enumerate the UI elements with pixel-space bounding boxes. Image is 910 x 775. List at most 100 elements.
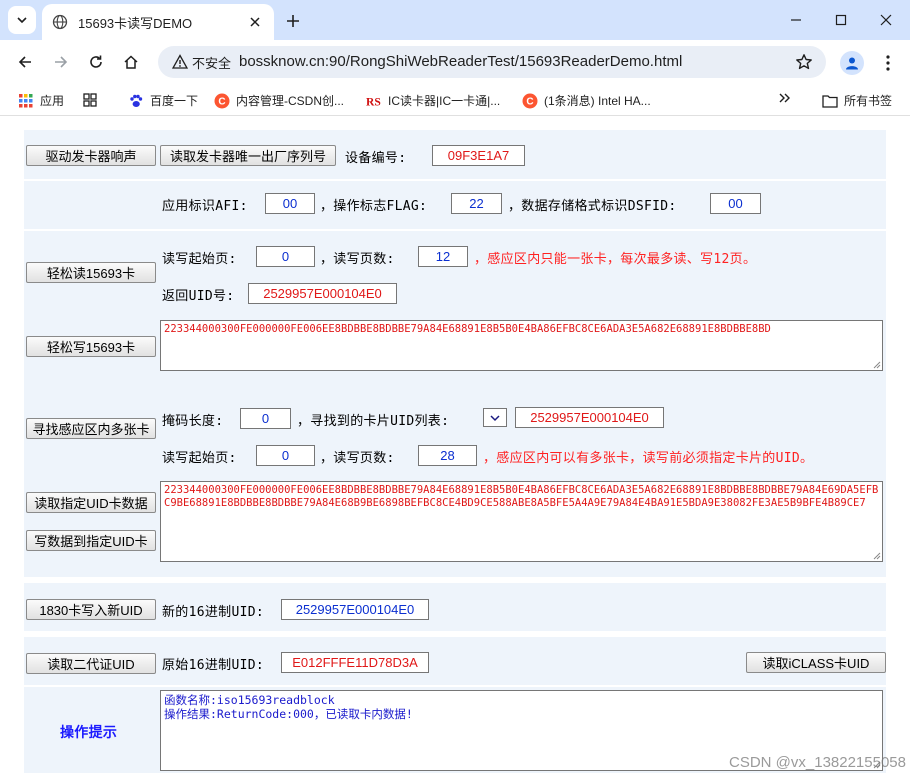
uid-field[interactable]: 2529957E000104E0	[248, 283, 397, 304]
bookmark-grid[interactable]	[82, 92, 104, 108]
chevron-right-double-icon[interactable]	[778, 91, 792, 105]
mask-length-field[interactable]: 0	[240, 408, 291, 429]
bookmark-label: 应用	[40, 94, 65, 108]
svg-text:C: C	[218, 96, 225, 107]
url-text[interactable]: bossknow.cn:90/RongShiWebReaderTest/1569…	[239, 53, 682, 70]
baidu-paw-icon	[128, 93, 144, 109]
chevron-down-icon	[17, 17, 27, 24]
bookmark-csdn-2[interactable]: C (1条消息) Intel HA...	[522, 92, 651, 109]
easy-read-button[interactable]: 轻松读15693卡	[26, 262, 156, 283]
multi-page-count-field[interactable]: 28	[418, 445, 477, 466]
resize-grip-icon[interactable]	[873, 361, 881, 369]
mask-length-label: 掩码长度:	[162, 414, 224, 429]
dsfid-label: ，数据存储格式标识DSFID:	[508, 199, 677, 214]
beep-button[interactable]: 驱动发卡器响声	[26, 145, 156, 166]
minimize-icon[interactable]	[782, 8, 810, 32]
tab-title: 15693卡读写DEMO	[78, 15, 193, 31]
read-iclass-uid-button[interactable]: 读取iCLASS卡UID	[746, 652, 886, 673]
csdn-icon: C	[522, 93, 538, 109]
multi-data-text: 223344000300FE000000FE006EE8BDBBE8BDBBE7…	[164, 484, 879, 509]
afi-label: 应用标识AFI:	[162, 199, 248, 214]
all-bookmarks-label: 所有书签	[844, 94, 893, 108]
raw-uid-label: 原始16进制UID:	[162, 658, 264, 673]
operation-tip-label: 操作提示	[60, 725, 118, 741]
bookmark-star-icon[interactable]	[794, 52, 814, 72]
bookmark-apps[interactable]: 应用	[18, 92, 64, 109]
bookmark-label: (1条消息) Intel HA...	[544, 94, 651, 108]
bookmark-baidu[interactable]: 百度一下	[128, 92, 198, 109]
new-uid-field[interactable]: 2529957E000104E0	[281, 599, 429, 620]
svg-text:RS: RS	[366, 96, 381, 108]
easy-write-button[interactable]: 轻松写15693卡	[26, 336, 156, 357]
find-multi-card-button[interactable]: 寻找感应区内多张卡	[26, 418, 156, 439]
reload-icon[interactable]	[83, 49, 109, 75]
uid-list-dropdown[interactable]	[483, 408, 507, 427]
new-tab-icon[interactable]	[282, 10, 304, 32]
browser-tab-active[interactable]: 15693卡读写DEMO	[42, 4, 274, 40]
start-page-field[interactable]: 0	[256, 246, 315, 267]
read-serial-button[interactable]: 读取发卡器唯一出厂序列号	[160, 145, 336, 166]
folder-icon	[822, 93, 838, 109]
address-bar[interactable]: 不安全 bossknow.cn:90/RongShiWebReaderTest/…	[158, 46, 826, 78]
maximize-icon[interactable]	[827, 8, 855, 32]
svg-text:C: C	[526, 96, 533, 107]
easy-data-textarea[interactable]: 223344000300FE000000FE006EE8BDBBE8BDBBE7…	[160, 320, 883, 371]
multi-note: ，感应区内可以有多张卡，读写前必须指定卡片的UID。	[483, 451, 814, 466]
start-page-label: 读写起始页:	[162, 252, 237, 267]
page-count-label: ，读写页数:	[320, 252, 395, 267]
forward-arrow-icon[interactable]	[48, 49, 74, 75]
chevron-down-icon	[490, 414, 500, 421]
bookmarks-bar: 应用 百度一下 C 内容管理-CSDN创... RS IC读卡器|IC一卡通|.…	[0, 84, 910, 116]
page-content: 驱动发卡器响声 读取发卡器唯一出厂序列号 设备编号: 09F3E1A7 应用标识…	[0, 117, 910, 775]
globe-icon	[52, 14, 68, 30]
dsfid-field[interactable]: 00	[710, 193, 761, 214]
back-arrow-icon[interactable]	[12, 49, 38, 75]
more-menu-icon[interactable]	[878, 51, 898, 75]
multi-page-count-label: ，读写页数:	[320, 451, 395, 466]
profile-avatar-icon[interactable]	[840, 51, 864, 75]
flag-label: ，操作标志FLAG:	[320, 199, 428, 214]
close-window-icon[interactable]	[872, 8, 900, 32]
csdn-icon: C	[214, 93, 230, 109]
device-number-field[interactable]: 09F3E1A7	[432, 145, 525, 166]
security-label: 不安全	[192, 55, 232, 71]
afi-field[interactable]: 00	[265, 193, 315, 214]
uid-label: 返回UID号:	[162, 289, 235, 304]
page-count-field[interactable]: 12	[418, 246, 468, 267]
write-uid-card-button[interactable]: 写数据到指定UID卡	[26, 530, 156, 551]
write-1830-uid-button[interactable]: 1830卡写入新UID	[26, 599, 156, 620]
read-uid-card-button[interactable]: 读取指定UID卡数据	[26, 492, 156, 513]
watermark: CSDN @vx_13822155058	[728, 754, 906, 771]
bookmark-label: 百度一下	[150, 94, 199, 108]
home-icon[interactable]	[118, 49, 144, 75]
raw-uid-field[interactable]: E012FFFE11D78D3A	[281, 652, 429, 673]
flag-field[interactable]: 22	[451, 193, 502, 214]
multi-data-textarea[interactable]: 223344000300FE000000FE006EE8BDBBE8BDBBE7…	[160, 481, 883, 562]
all-bookmarks[interactable]: 所有书签	[822, 92, 892, 109]
selected-uid-field[interactable]: 2529957E000104E0	[515, 407, 664, 428]
bookmark-csdn[interactable]: C 内容管理-CSDN创...	[214, 92, 344, 109]
close-tab-icon[interactable]	[246, 13, 264, 31]
grid-icon	[82, 92, 98, 108]
result-line-1: 函数名称:iso15693readblock	[164, 693, 335, 707]
rs-logo-icon: RS	[366, 93, 382, 109]
browser-toolbar: 不安全 bossknow.cn:90/RongShiWebReaderTest/…	[0, 40, 910, 84]
bookmark-label: IC读卡器|IC一卡通|...	[388, 94, 501, 108]
multi-start-page-label: 读写起始页:	[162, 451, 237, 466]
found-uid-label: ，寻找到的卡片UID列表:	[297, 414, 450, 429]
device-number-label: 设备编号:	[345, 151, 407, 166]
easy-note: ，感应区内只能一张卡，每次最多读、写12页。	[474, 252, 757, 267]
bookmark-label: 内容管理-CSDN创...	[236, 94, 345, 108]
apps-grid-icon	[18, 93, 34, 109]
warning-triangle-icon	[172, 54, 188, 69]
read-idcard-uid-button[interactable]: 读取二代证UID	[26, 653, 156, 674]
browser-tabstrip: 15693卡读写DEMO	[0, 0, 910, 40]
resize-grip-icon[interactable]	[873, 552, 881, 560]
bookmark-rs[interactable]: RS IC读卡器|IC一卡通|...	[366, 92, 500, 109]
multi-start-page-field[interactable]: 0	[256, 445, 315, 466]
easy-data-text: 223344000300FE000000FE006EE8BDBBE8BDBBE7…	[164, 323, 771, 335]
new-uid-label: 新的16进制UID:	[162, 605, 264, 620]
result-line-2: 操作结果:ReturnCode:000，已读取卡内数据!	[164, 707, 413, 721]
site-security-chip[interactable]: 不安全	[164, 50, 239, 74]
tab-search-button[interactable]	[8, 6, 36, 34]
